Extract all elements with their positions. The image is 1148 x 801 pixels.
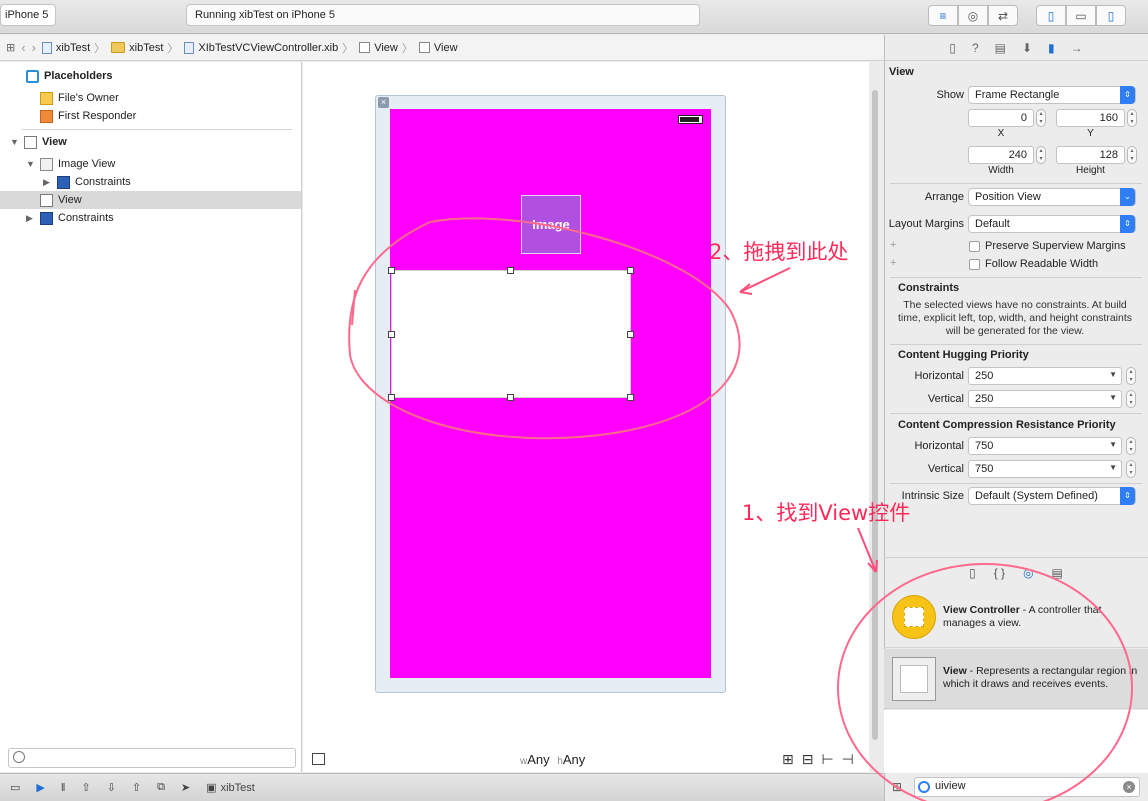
annotation-step-2: 2、拖拽到此处 xyxy=(709,240,849,264)
arrow-to-library xyxy=(857,527,877,573)
annotation-overlay xyxy=(348,217,1133,801)
annotation-step-1: 1、找到View控件 xyxy=(742,501,911,525)
library-highlight-circle xyxy=(837,563,1133,801)
drag-target-circle xyxy=(348,217,741,440)
arrow-to-canvas xyxy=(739,267,791,293)
